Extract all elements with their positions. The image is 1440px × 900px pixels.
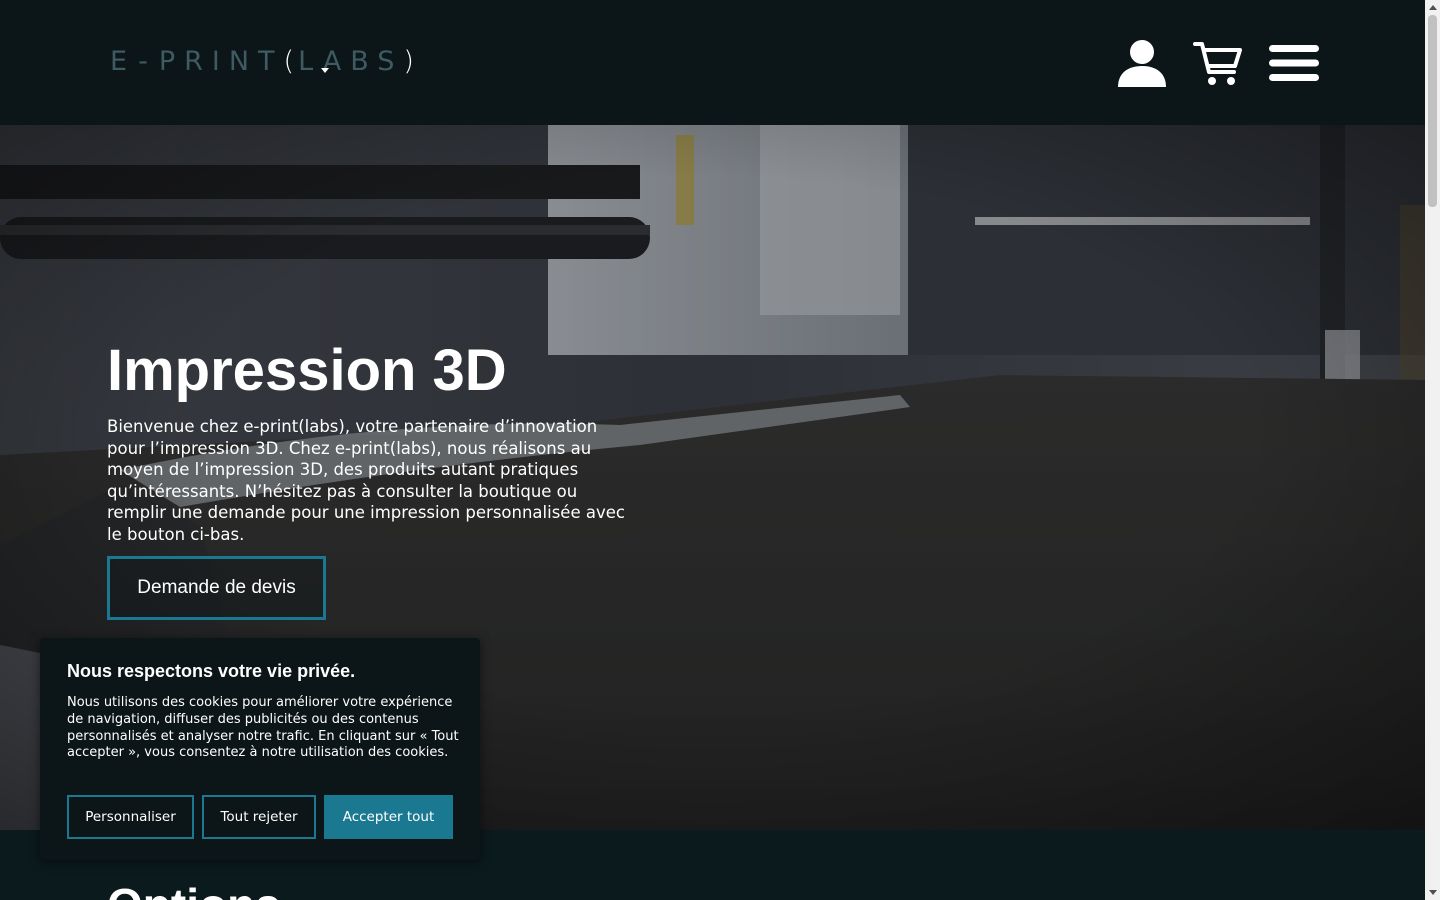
logo-dash: - (138, 45, 157, 77)
cookie-reject-button[interactable]: Tout rejeter (202, 795, 316, 839)
cookie-consent-banner: Nous respectons votre vie privée. Nous u… (40, 638, 480, 860)
scroll-up-arrow-icon[interactable] (1425, 0, 1440, 15)
quote-request-button[interactable]: Demande de devis (107, 556, 326, 620)
cookie-title: Nous respectons votre vie privée. (67, 661, 356, 681)
logo-labs: LABS (298, 45, 404, 77)
menu-button[interactable] (1268, 37, 1320, 89)
cart-icon (1193, 42, 1242, 85)
scroll-down-arrow-icon[interactable] (1425, 885, 1440, 900)
cookie-actions: Personnaliser Tout rejeter Accepter tout (67, 795, 453, 839)
logo-caret-icon (321, 68, 329, 73)
site-logo[interactable]: E - PRINT ( LABS ) (110, 44, 418, 78)
logo-open-paren: ( (283, 45, 299, 77)
logo-letter-e: E (110, 45, 137, 77)
cart-button[interactable] (1192, 37, 1244, 89)
logo-close-paren: ) (403, 45, 418, 77)
cookie-description: Nous utilisons des cookies pour améliore… (67, 695, 459, 761)
scrollbar-thumb[interactable] (1428, 15, 1437, 207)
cookie-customize-button[interactable]: Personnaliser (67, 795, 194, 839)
account-button[interactable] (1116, 37, 1168, 89)
options-title: Options (107, 878, 281, 900)
user-icon (1118, 40, 1166, 87)
page-scrollbar[interactable] (1425, 0, 1440, 900)
logo-print: PRINT (158, 45, 284, 77)
hero-title: Impression 3D (107, 338, 507, 403)
header-actions (1116, 37, 1320, 89)
cookie-accept-button[interactable]: Accepter tout (324, 795, 453, 839)
site-header: E - PRINT ( LABS ) (0, 0, 1425, 125)
menu-icon (1269, 45, 1319, 81)
hero-description: Bienvenue chez e-print(labs), votre part… (107, 417, 625, 544)
